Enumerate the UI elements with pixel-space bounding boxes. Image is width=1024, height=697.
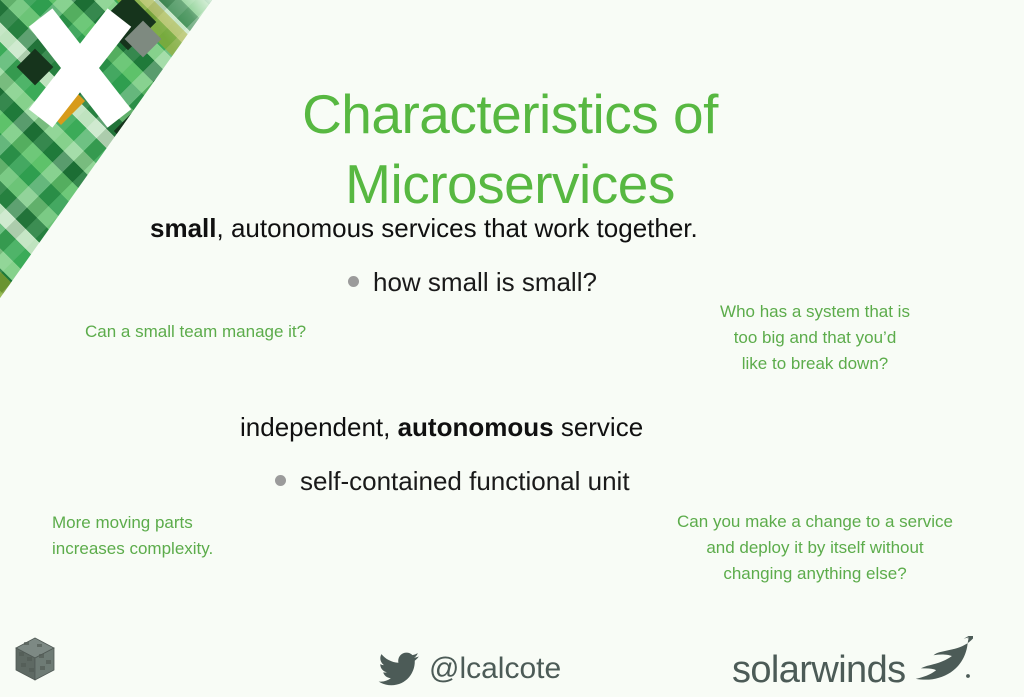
statement-small-bold: small xyxy=(150,213,217,243)
annotation-too-big: Who has a system that is too big and tha… xyxy=(690,299,940,376)
annotation-line: More moving parts xyxy=(52,513,193,532)
statement-independent-lead: independent, xyxy=(240,412,398,442)
sub-point-self-contained-label: self-contained functional unit xyxy=(300,466,630,496)
annotation-line: too big and that you’d xyxy=(733,327,897,347)
cube-logo-icon xyxy=(6,630,64,688)
solarwinds-wordmark: solarwinds xyxy=(732,649,906,691)
x-logo-mark xyxy=(18,6,142,130)
annotation-moving-parts: More moving parts increases complexity. xyxy=(52,510,213,562)
annotation-line: Can a small team manage it? xyxy=(85,322,307,341)
twitter-handle-footer: @lcalcote xyxy=(378,652,561,686)
solarwinds-flame-icon xyxy=(915,636,973,680)
solarwinds-logo-footer: solarwinds xyxy=(732,636,974,689)
annotation-line: increases complexity. xyxy=(52,538,214,558)
statement-small: small, autonomous services that work tog… xyxy=(150,213,698,244)
statement-independent-bold: autonomous xyxy=(397,412,554,442)
annotation-line: Who has a system that is xyxy=(720,302,910,321)
annotation-line: and deploy it by itself without xyxy=(706,537,924,557)
slide-title-line-1: Characteristics of xyxy=(302,82,718,145)
twitter-handle-label: @lcalcote xyxy=(429,652,562,685)
sub-point-how-small: how small is small? xyxy=(348,267,597,298)
slide-title-line-2: Microservices xyxy=(345,153,675,216)
sub-point-self-contained: self-contained functional unit xyxy=(275,466,630,497)
annotation-deploy-independently: Can you make a change to a service and d… xyxy=(660,509,970,586)
sub-point-how-small-label: how small is small? xyxy=(373,267,597,297)
statement-independent: independent, autonomous service xyxy=(240,412,643,443)
twitter-bird-icon xyxy=(378,652,419,686)
annotation-line: Can you make a change to a service xyxy=(677,512,953,531)
statement-small-rest: , autonomous services that work together… xyxy=(216,213,698,243)
bullet-dot-icon xyxy=(348,275,359,287)
cube-logo-svg xyxy=(15,637,55,681)
slide-title: Characteristics of Microservices xyxy=(180,79,840,220)
annotation-line: like to break down? xyxy=(741,353,889,373)
statement-independent-rest: service xyxy=(553,412,644,442)
annotation-line: changing anything else? xyxy=(723,563,907,583)
presentation-slide: Characteristics of Microservices small, … xyxy=(0,0,1024,697)
bullet-dot-icon xyxy=(275,474,286,486)
annotation-small-team: Can a small team manage it? xyxy=(85,319,306,345)
